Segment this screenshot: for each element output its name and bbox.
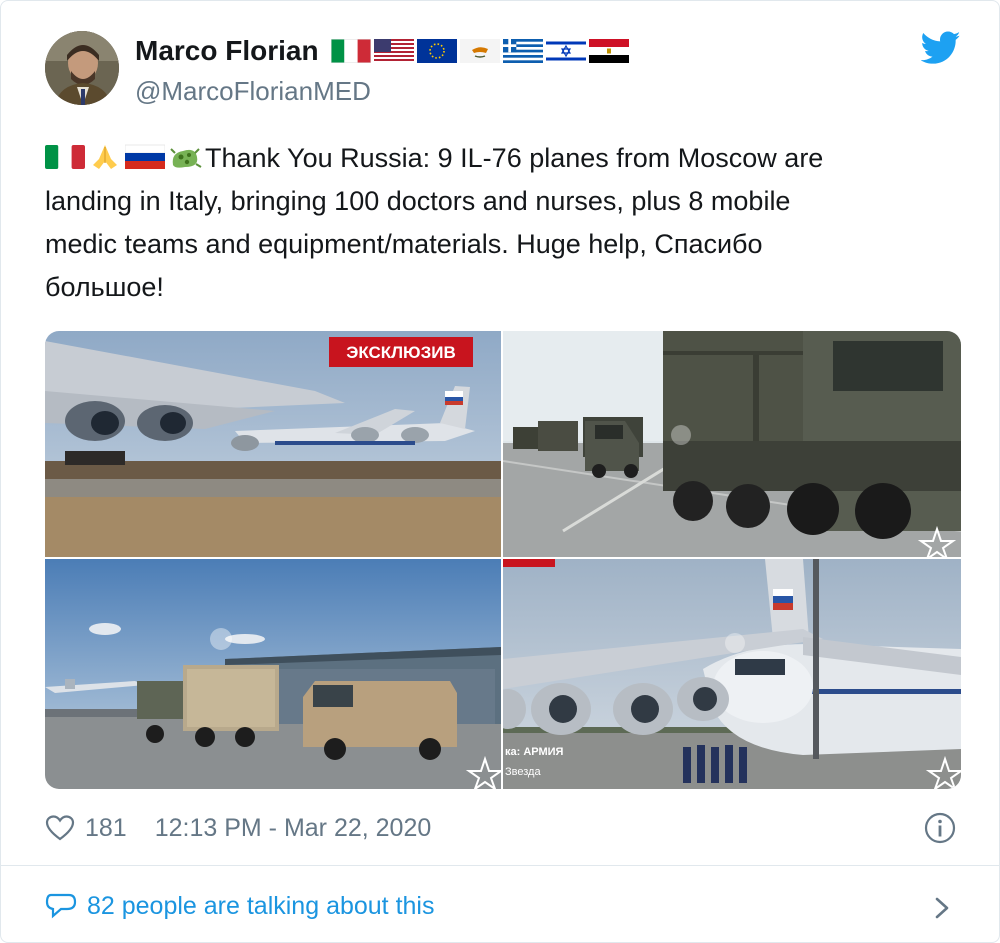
author-name[interactable]: Marco Florian	[135, 35, 319, 67]
like-count[interactable]: 181	[85, 814, 127, 843]
author-handle[interactable]: @MarcoFlorianMED	[135, 76, 371, 107]
photo-truck-convoy[interactable]	[503, 331, 961, 557]
tweet-text-line-2: landing in Italy, bringing 100 doctors a…	[45, 186, 791, 216]
usa-flag-icon	[373, 39, 414, 63]
italy-flag-icon	[45, 145, 85, 169]
greece-flag-icon	[502, 39, 543, 63]
reply-bubble-icon	[45, 893, 77, 919]
cyprus-flag-icon	[459, 39, 500, 63]
conversation-link[interactable]: 82 people are talking about this	[45, 891, 434, 921]
footer-divider	[1, 865, 999, 866]
photo-il76-closeup[interactable]: ка: АРМИЯ Звезда	[503, 559, 961, 789]
avatar[interactable]	[45, 31, 119, 105]
israel-flag-icon	[545, 39, 586, 63]
author-name-row[interactable]: Marco Florian	[135, 35, 629, 67]
tweet-footer: 181 12:13 PM - Mar 22, 2020	[45, 811, 431, 845]
russia-flag-icon	[125, 144, 165, 169]
microbe-icon	[170, 148, 202, 168]
twitter-bird-icon[interactable]	[921, 31, 961, 65]
folded-hands-icon	[93, 145, 117, 169]
eu-flag-icon	[416, 39, 457, 63]
photo-trucks-hangar[interactable]	[45, 559, 501, 789]
flag-list	[330, 39, 629, 63]
tweet-card: Marco Florian @MarcoFlorianMED Thank You…	[0, 0, 1000, 943]
heart-icon[interactable]	[45, 814, 75, 842]
tweet-text-line-3: medic teams and equipment/materials. Hug…	[45, 229, 763, 259]
photo-caption-army: ка: АРМИЯ	[505, 746, 564, 758]
tweet-text: Thank You Russia: 9 IL-76 planes from Mo…	[45, 137, 965, 309]
media-grid[interactable]: ЭКСКЛЮЗИВ ка: АРМИЯ Звезда	[45, 331, 961, 789]
italy-flag-icon	[330, 39, 371, 63]
photo-caption-zvezda: Звезда	[505, 766, 541, 778]
photo-planes-airfield[interactable]: ЭКСКЛЮЗИВ	[45, 331, 501, 557]
info-icon[interactable]	[923, 811, 957, 845]
egypt-flag-icon	[588, 39, 629, 63]
chevron-right-icon[interactable]	[931, 893, 955, 923]
timestamp[interactable]: 12:13 PM - Mar 22, 2020	[155, 814, 432, 843]
tweet-text-line-4: большое!	[45, 272, 164, 302]
tweet-text-line-1: Thank You Russia: 9 IL-76 planes from Mo…	[205, 143, 824, 173]
exclusive-badge: ЭКСКЛЮЗИВ	[346, 343, 456, 362]
conversation-label[interactable]: 82 people are talking about this	[87, 892, 434, 921]
tweet-line-1: Thank You Russia: 9 IL-76 planes from Mo…	[45, 137, 965, 180]
